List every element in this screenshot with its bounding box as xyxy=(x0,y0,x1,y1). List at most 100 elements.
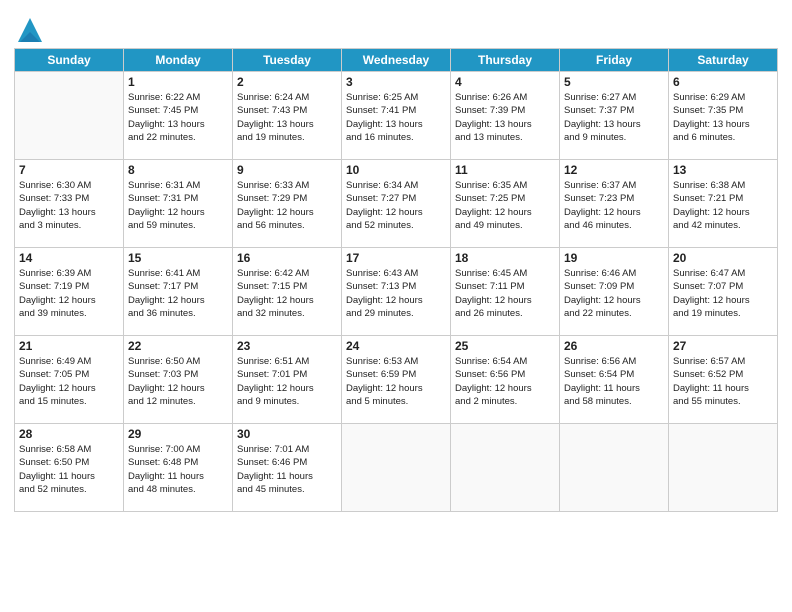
day-number: 13 xyxy=(673,163,773,177)
day-number: 5 xyxy=(564,75,664,89)
day-number: 8 xyxy=(128,163,228,177)
calendar-cell: 20Sunrise: 6:47 AM Sunset: 7:07 PM Dayli… xyxy=(669,248,778,336)
day-number: 30 xyxy=(237,427,337,441)
day-number: 24 xyxy=(346,339,446,353)
calendar-week-row: 21 Sunrise: 6:49 AM Sunset: 7:05 PM Dayli… xyxy=(15,336,778,424)
day-info: Sunrise: 6:49 AM Sunset: 7:05 PM Dayligh… xyxy=(19,355,119,408)
calendar-cell: 18 Sunrise: 6:45 AM Sunset: 7:11 PM Dayli… xyxy=(451,248,560,336)
day-info: Sunrise: 6:47 AM Sunset: 7:07 PM Dayligh… xyxy=(673,267,773,320)
day-number: 1 xyxy=(128,75,228,89)
logo-icon xyxy=(14,14,42,42)
calendar-page: SundayMondayTuesdayWednesdayThursdayFrid… xyxy=(0,0,792,612)
calendar-header-row: SundayMondayTuesdayWednesdayThursdayFrid… xyxy=(15,49,778,72)
day-info: Sunrise: 6:45 AM Sunset: 7:11 PM Dayligh… xyxy=(455,267,555,320)
calendar-table: SundayMondayTuesdayWednesdayThursdayFrid… xyxy=(14,48,778,512)
day-info: Sunrise: 6:41 AM Sunset: 7:17 PM Dayligh… xyxy=(128,267,228,320)
day-info: Sunrise: 6:33 AM Sunset: 7:29 PM Dayligh… xyxy=(237,179,337,232)
day-info: Sunrise: 6:22 AM Sunset: 7:45 PM Dayligh… xyxy=(128,91,228,144)
day-info: Sunrise: 7:01 AM Sunset: 6:46 PM Dayligh… xyxy=(237,443,337,496)
day-info: Sunrise: 6:54 AM Sunset: 6:56 PM Dayligh… xyxy=(455,355,555,408)
day-info: Sunrise: 6:39 AM Sunset: 7:19 PM Dayligh… xyxy=(19,267,119,320)
calendar-cell: 25 Sunrise: 6:54 AM Sunset: 6:56 PM Dayli… xyxy=(451,336,560,424)
calendar-cell: 27 Sunrise: 6:57 AM Sunset: 6:52 PM Dayli… xyxy=(669,336,778,424)
day-info: Sunrise: 6:42 AM Sunset: 7:15 PM Dayligh… xyxy=(237,267,337,320)
day-header-wednesday: Wednesday xyxy=(342,49,451,72)
calendar-cell xyxy=(342,424,451,512)
calendar-cell: 19Sunrise: 6:46 AM Sunset: 7:09 PM Dayli… xyxy=(560,248,669,336)
day-number: 18 xyxy=(455,251,555,265)
calendar-cell: 13 Sunrise: 6:38 AM Sunset: 7:21 PM Dayli… xyxy=(669,160,778,248)
calendar-cell: 3 Sunrise: 6:25 AM Sunset: 7:41 PM Daylig… xyxy=(342,72,451,160)
logo xyxy=(14,14,46,42)
calendar-cell: 22 Sunrise: 6:50 AM Sunset: 7:03 PM Dayli… xyxy=(124,336,233,424)
calendar-cell: 23 Sunrise: 6:51 AM Sunset: 7:01 PM Dayli… xyxy=(233,336,342,424)
day-number: 9 xyxy=(237,163,337,177)
calendar-cell: 26 Sunrise: 6:56 AM Sunset: 6:54 PM Dayli… xyxy=(560,336,669,424)
calendar-cell: 12Sunrise: 6:37 AM Sunset: 7:23 PM Dayli… xyxy=(560,160,669,248)
day-number: 29 xyxy=(128,427,228,441)
day-info: Sunrise: 6:43 AM Sunset: 7:13 PM Dayligh… xyxy=(346,267,446,320)
calendar-cell: 30 Sunrise: 7:01 AM Sunset: 6:46 PM Dayli… xyxy=(233,424,342,512)
day-header-sunday: Sunday xyxy=(15,49,124,72)
calendar-cell xyxy=(15,72,124,160)
calendar-week-row: 7 Sunrise: 6:30 AM Sunset: 7:33 PM Daylig… xyxy=(15,160,778,248)
day-header-saturday: Saturday xyxy=(669,49,778,72)
day-number: 27 xyxy=(673,339,773,353)
day-info: Sunrise: 6:35 AM Sunset: 7:25 PM Dayligh… xyxy=(455,179,555,232)
day-header-monday: Monday xyxy=(124,49,233,72)
day-info: Sunrise: 6:24 AM Sunset: 7:43 PM Dayligh… xyxy=(237,91,337,144)
day-number: 28 xyxy=(19,427,119,441)
calendar-cell xyxy=(451,424,560,512)
calendar-cell: 14 Sunrise: 6:39 AM Sunset: 7:19 PM Dayli… xyxy=(15,248,124,336)
day-number: 22 xyxy=(128,339,228,353)
day-number: 21 xyxy=(19,339,119,353)
day-number: 2 xyxy=(237,75,337,89)
day-info: Sunrise: 6:25 AM Sunset: 7:41 PM Dayligh… xyxy=(346,91,446,144)
calendar-week-row: 14 Sunrise: 6:39 AM Sunset: 7:19 PM Dayli… xyxy=(15,248,778,336)
day-number: 15 xyxy=(128,251,228,265)
calendar-cell: 28 Sunrise: 6:58 AM Sunset: 6:50 PM Dayli… xyxy=(15,424,124,512)
day-info: Sunrise: 6:29 AM Sunset: 7:35 PM Dayligh… xyxy=(673,91,773,144)
day-header-friday: Friday xyxy=(560,49,669,72)
day-info: Sunrise: 6:31 AM Sunset: 7:31 PM Dayligh… xyxy=(128,179,228,232)
calendar-cell: 4 Sunrise: 6:26 AM Sunset: 7:39 PM Daylig… xyxy=(451,72,560,160)
day-info: Sunrise: 6:38 AM Sunset: 7:21 PM Dayligh… xyxy=(673,179,773,232)
day-number: 4 xyxy=(455,75,555,89)
calendar-cell: 11Sunrise: 6:35 AM Sunset: 7:25 PM Dayli… xyxy=(451,160,560,248)
calendar-cell xyxy=(560,424,669,512)
day-number: 16 xyxy=(237,251,337,265)
calendar-cell: 21 Sunrise: 6:49 AM Sunset: 7:05 PM Dayli… xyxy=(15,336,124,424)
day-number: 26 xyxy=(564,339,664,353)
day-number: 7 xyxy=(19,163,119,177)
day-info: Sunrise: 6:56 AM Sunset: 6:54 PM Dayligh… xyxy=(564,355,664,408)
day-info: Sunrise: 6:53 AM Sunset: 6:59 PM Dayligh… xyxy=(346,355,446,408)
calendar-cell: 2 Sunrise: 6:24 AM Sunset: 7:43 PM Daylig… xyxy=(233,72,342,160)
calendar-cell: 1 Sunrise: 6:22 AM Sunset: 7:45 PM Daylig… xyxy=(124,72,233,160)
day-number: 3 xyxy=(346,75,446,89)
day-number: 12 xyxy=(564,163,664,177)
day-number: 19 xyxy=(564,251,664,265)
day-number: 25 xyxy=(455,339,555,353)
calendar-cell: 29Sunrise: 7:00 AM Sunset: 6:48 PM Dayli… xyxy=(124,424,233,512)
day-info: Sunrise: 6:57 AM Sunset: 6:52 PM Dayligh… xyxy=(673,355,773,408)
calendar-cell: 10Sunrise: 6:34 AM Sunset: 7:27 PM Dayli… xyxy=(342,160,451,248)
page-header xyxy=(14,10,778,42)
calendar-cell: 15 Sunrise: 6:41 AM Sunset: 7:17 PM Dayli… xyxy=(124,248,233,336)
day-info: Sunrise: 6:58 AM Sunset: 6:50 PM Dayligh… xyxy=(19,443,119,496)
day-number: 10 xyxy=(346,163,446,177)
calendar-cell: 16 Sunrise: 6:42 AM Sunset: 7:15 PM Dayli… xyxy=(233,248,342,336)
day-info: Sunrise: 6:51 AM Sunset: 7:01 PM Dayligh… xyxy=(237,355,337,408)
day-number: 17 xyxy=(346,251,446,265)
calendar-week-row: 1 Sunrise: 6:22 AM Sunset: 7:45 PM Daylig… xyxy=(15,72,778,160)
calendar-cell: 17 Sunrise: 6:43 AM Sunset: 7:13 PM Dayli… xyxy=(342,248,451,336)
day-number: 14 xyxy=(19,251,119,265)
day-number: 23 xyxy=(237,339,337,353)
day-info: Sunrise: 6:30 AM Sunset: 7:33 PM Dayligh… xyxy=(19,179,119,232)
calendar-cell: 24 Sunrise: 6:53 AM Sunset: 6:59 PM Dayli… xyxy=(342,336,451,424)
day-info: Sunrise: 6:26 AM Sunset: 7:39 PM Dayligh… xyxy=(455,91,555,144)
day-info: Sunrise: 6:50 AM Sunset: 7:03 PM Dayligh… xyxy=(128,355,228,408)
day-info: Sunrise: 6:27 AM Sunset: 7:37 PM Dayligh… xyxy=(564,91,664,144)
calendar-week-row: 28 Sunrise: 6:58 AM Sunset: 6:50 PM Dayli… xyxy=(15,424,778,512)
day-header-tuesday: Tuesday xyxy=(233,49,342,72)
calendar-cell: 9 Sunrise: 6:33 AM Sunset: 7:29 PM Daylig… xyxy=(233,160,342,248)
